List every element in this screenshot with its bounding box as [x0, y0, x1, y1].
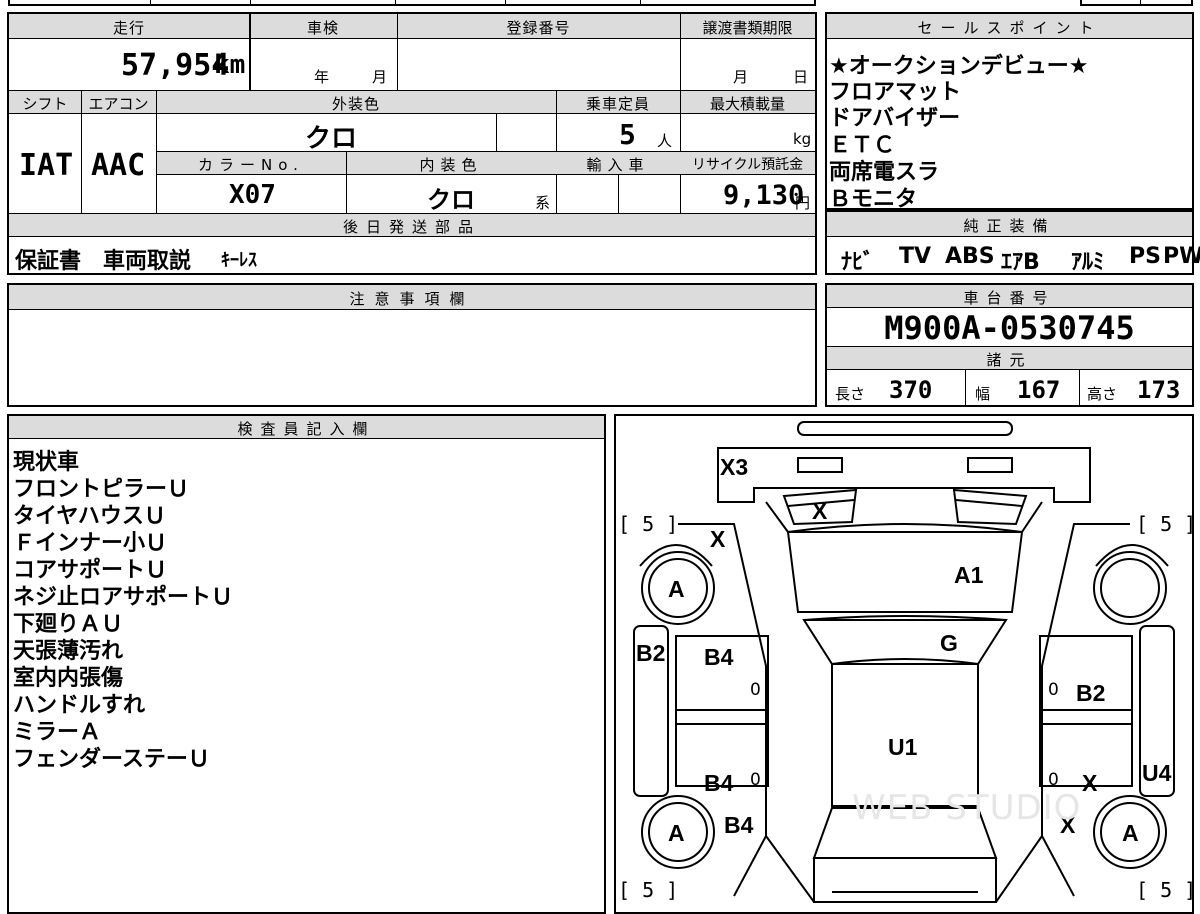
damage-mark-hood: A1	[954, 562, 984, 588]
damage-mark-left-sill: B2	[636, 640, 666, 666]
damage-mark-grille: X	[812, 498, 828, 524]
wheel-mark-front-left: A	[668, 576, 685, 602]
inspection-label: 車検	[306, 19, 339, 37]
notes-box: 注意事項欄	[7, 283, 817, 407]
later-parts-extra: ｷｰﾚｽ	[221, 250, 257, 271]
damage-mark-windshield: G	[940, 630, 958, 656]
shift-label: シフト	[22, 95, 68, 113]
deadline-month-unit: 月	[733, 68, 749, 86]
import-label: 輸入車	[586, 156, 650, 174]
length-label: 長さ	[835, 385, 866, 403]
equipment-item: ﾅﾋﾞ	[841, 250, 875, 275]
equipment-item: ｱﾙﾐ	[1071, 250, 1105, 275]
capacity-value: 5	[619, 118, 636, 151]
color-no-value: X07	[229, 180, 276, 210]
tire-tread-front-right: [ 5 ]	[1136, 512, 1194, 536]
height-value: 173	[1137, 376, 1181, 404]
tire-tread-rear-left: [ 5 ]	[618, 878, 679, 902]
damage-mark-rear-left-fender: B4	[724, 812, 754, 838]
inspection-month-unit: 月	[372, 68, 388, 86]
specs-label: 諸元	[986, 351, 1033, 369]
equipment-box: 純正装備 ﾅﾋﾞ TV ABS ｴｱB ｱﾙﾐ PS PW	[825, 210, 1200, 275]
max-load-unit: kg	[793, 130, 812, 148]
recycle-unit: 円	[795, 194, 811, 212]
top-strip	[8, 0, 816, 6]
max-load-label: 最大積載量	[709, 95, 785, 113]
aircon-value: AAC	[91, 148, 146, 183]
equipment-label: 純正装備	[963, 217, 1056, 235]
top-strip-right	[1080, 0, 1193, 6]
exterior-color-label: 外装色	[331, 95, 380, 113]
mileage-unit: km	[214, 50, 246, 80]
color-no-label: カラーNo.	[198, 156, 304, 174]
interior-color-label: 内装色	[419, 156, 483, 174]
wheel-mark-rear-right: A	[1122, 820, 1139, 846]
wheel-mark-rear-left: A	[668, 820, 685, 846]
tire-tread-rear-right: [ 5 ]	[1136, 878, 1194, 902]
width-label: 幅	[975, 385, 991, 403]
car-diagram-box: [ 5 ] [ 5 ] [ 5 ] [ 5 ] A A A X3 X X A1 …	[614, 414, 1194, 914]
tire-tread-front-left: [ 5 ]	[618, 512, 679, 536]
damage-mark-right-sill: U4	[1142, 760, 1172, 786]
exterior-color-value: クロ	[305, 124, 358, 154]
damage-mark-roof: U1	[888, 734, 918, 760]
interior-color-value: クロ	[427, 186, 475, 214]
width-value: 167	[1017, 376, 1061, 404]
chassis-number: M900A-0530745	[884, 309, 1135, 347]
damage-mark-right-door: B2	[1076, 680, 1106, 706]
deadline-day-unit: 日	[793, 68, 809, 86]
shift-value: IAT	[19, 148, 74, 183]
equipment-item: PS	[1129, 244, 1161, 269]
capacity-unit: 人	[657, 132, 673, 150]
sales-point-item: Ｂモニタ	[829, 187, 918, 212]
door-zero-mark: 0	[750, 770, 761, 790]
equipment-item: TV	[899, 244, 932, 269]
equipment-item: ABS	[945, 244, 995, 269]
car-outline	[633, 421, 1175, 903]
later-parts-value: 保証書 車両取説	[15, 249, 192, 274]
inspector-box: 検査員記入欄 現状車 フロントピラーＵ タイヤハウスＵ Ｆインナー小Ｕ コアサポ…	[7, 414, 606, 914]
damage-mark-rear-right-door: X	[1082, 770, 1098, 796]
vehicle-info-box: 走行 車検 登録番号 譲渡書類期限 57,954 km 年 月 月 日 シフト …	[7, 12, 817, 275]
door-zero-mark: 0	[1048, 770, 1059, 790]
aircon-label: エアコン	[88, 95, 149, 113]
registration-label: 登録番号	[506, 19, 571, 37]
damage-mark-rear-left-door: B4	[704, 770, 734, 796]
inspector-label: 検査員記入欄	[237, 420, 376, 438]
inspection-year-unit: 年	[314, 68, 330, 86]
damage-mark-front-fender: X	[710, 526, 726, 552]
damage-mark-bumper: X3	[720, 454, 749, 480]
recycle-label: リサイクル預託金	[691, 157, 804, 173]
sales-points-label: セールスポイント	[917, 19, 1102, 37]
height-label: 高さ	[1087, 385, 1118, 403]
watermark: WEB STUDIO	[852, 788, 1082, 828]
damage-mark-front-left-door: B4	[704, 644, 734, 670]
mileage-label: 走行	[112, 19, 145, 37]
recycle-value: 9,130	[723, 180, 805, 211]
interior-color-suffix: 系	[535, 194, 551, 212]
inspector-line: フェンダーステーＵ	[13, 747, 210, 772]
door-zero-mark: 0	[1048, 680, 1059, 700]
transfer-deadline-label: 譲渡書類期限	[702, 19, 793, 37]
capacity-label: 乗車定員	[585, 95, 650, 113]
door-zero-mark: 0	[750, 680, 761, 700]
length-value: 370	[889, 376, 933, 404]
later-parts-label: 後日発送部品	[342, 218, 481, 236]
chassis-label: 車台番号	[963, 289, 1056, 307]
equipment-item: ｴｱB	[1001, 250, 1040, 275]
notes-label: 注意事項欄	[349, 290, 475, 308]
equipment-item: PW	[1163, 244, 1200, 269]
chassis-box: 車台番号 M900A-0530745 諸元 長さ 370 幅 167 高さ 17…	[825, 283, 1194, 407]
sales-points-box: セールスポイント ★オークションデビュー★ フロアマット ドアバイザー ＥＴＣ …	[825, 12, 1194, 212]
